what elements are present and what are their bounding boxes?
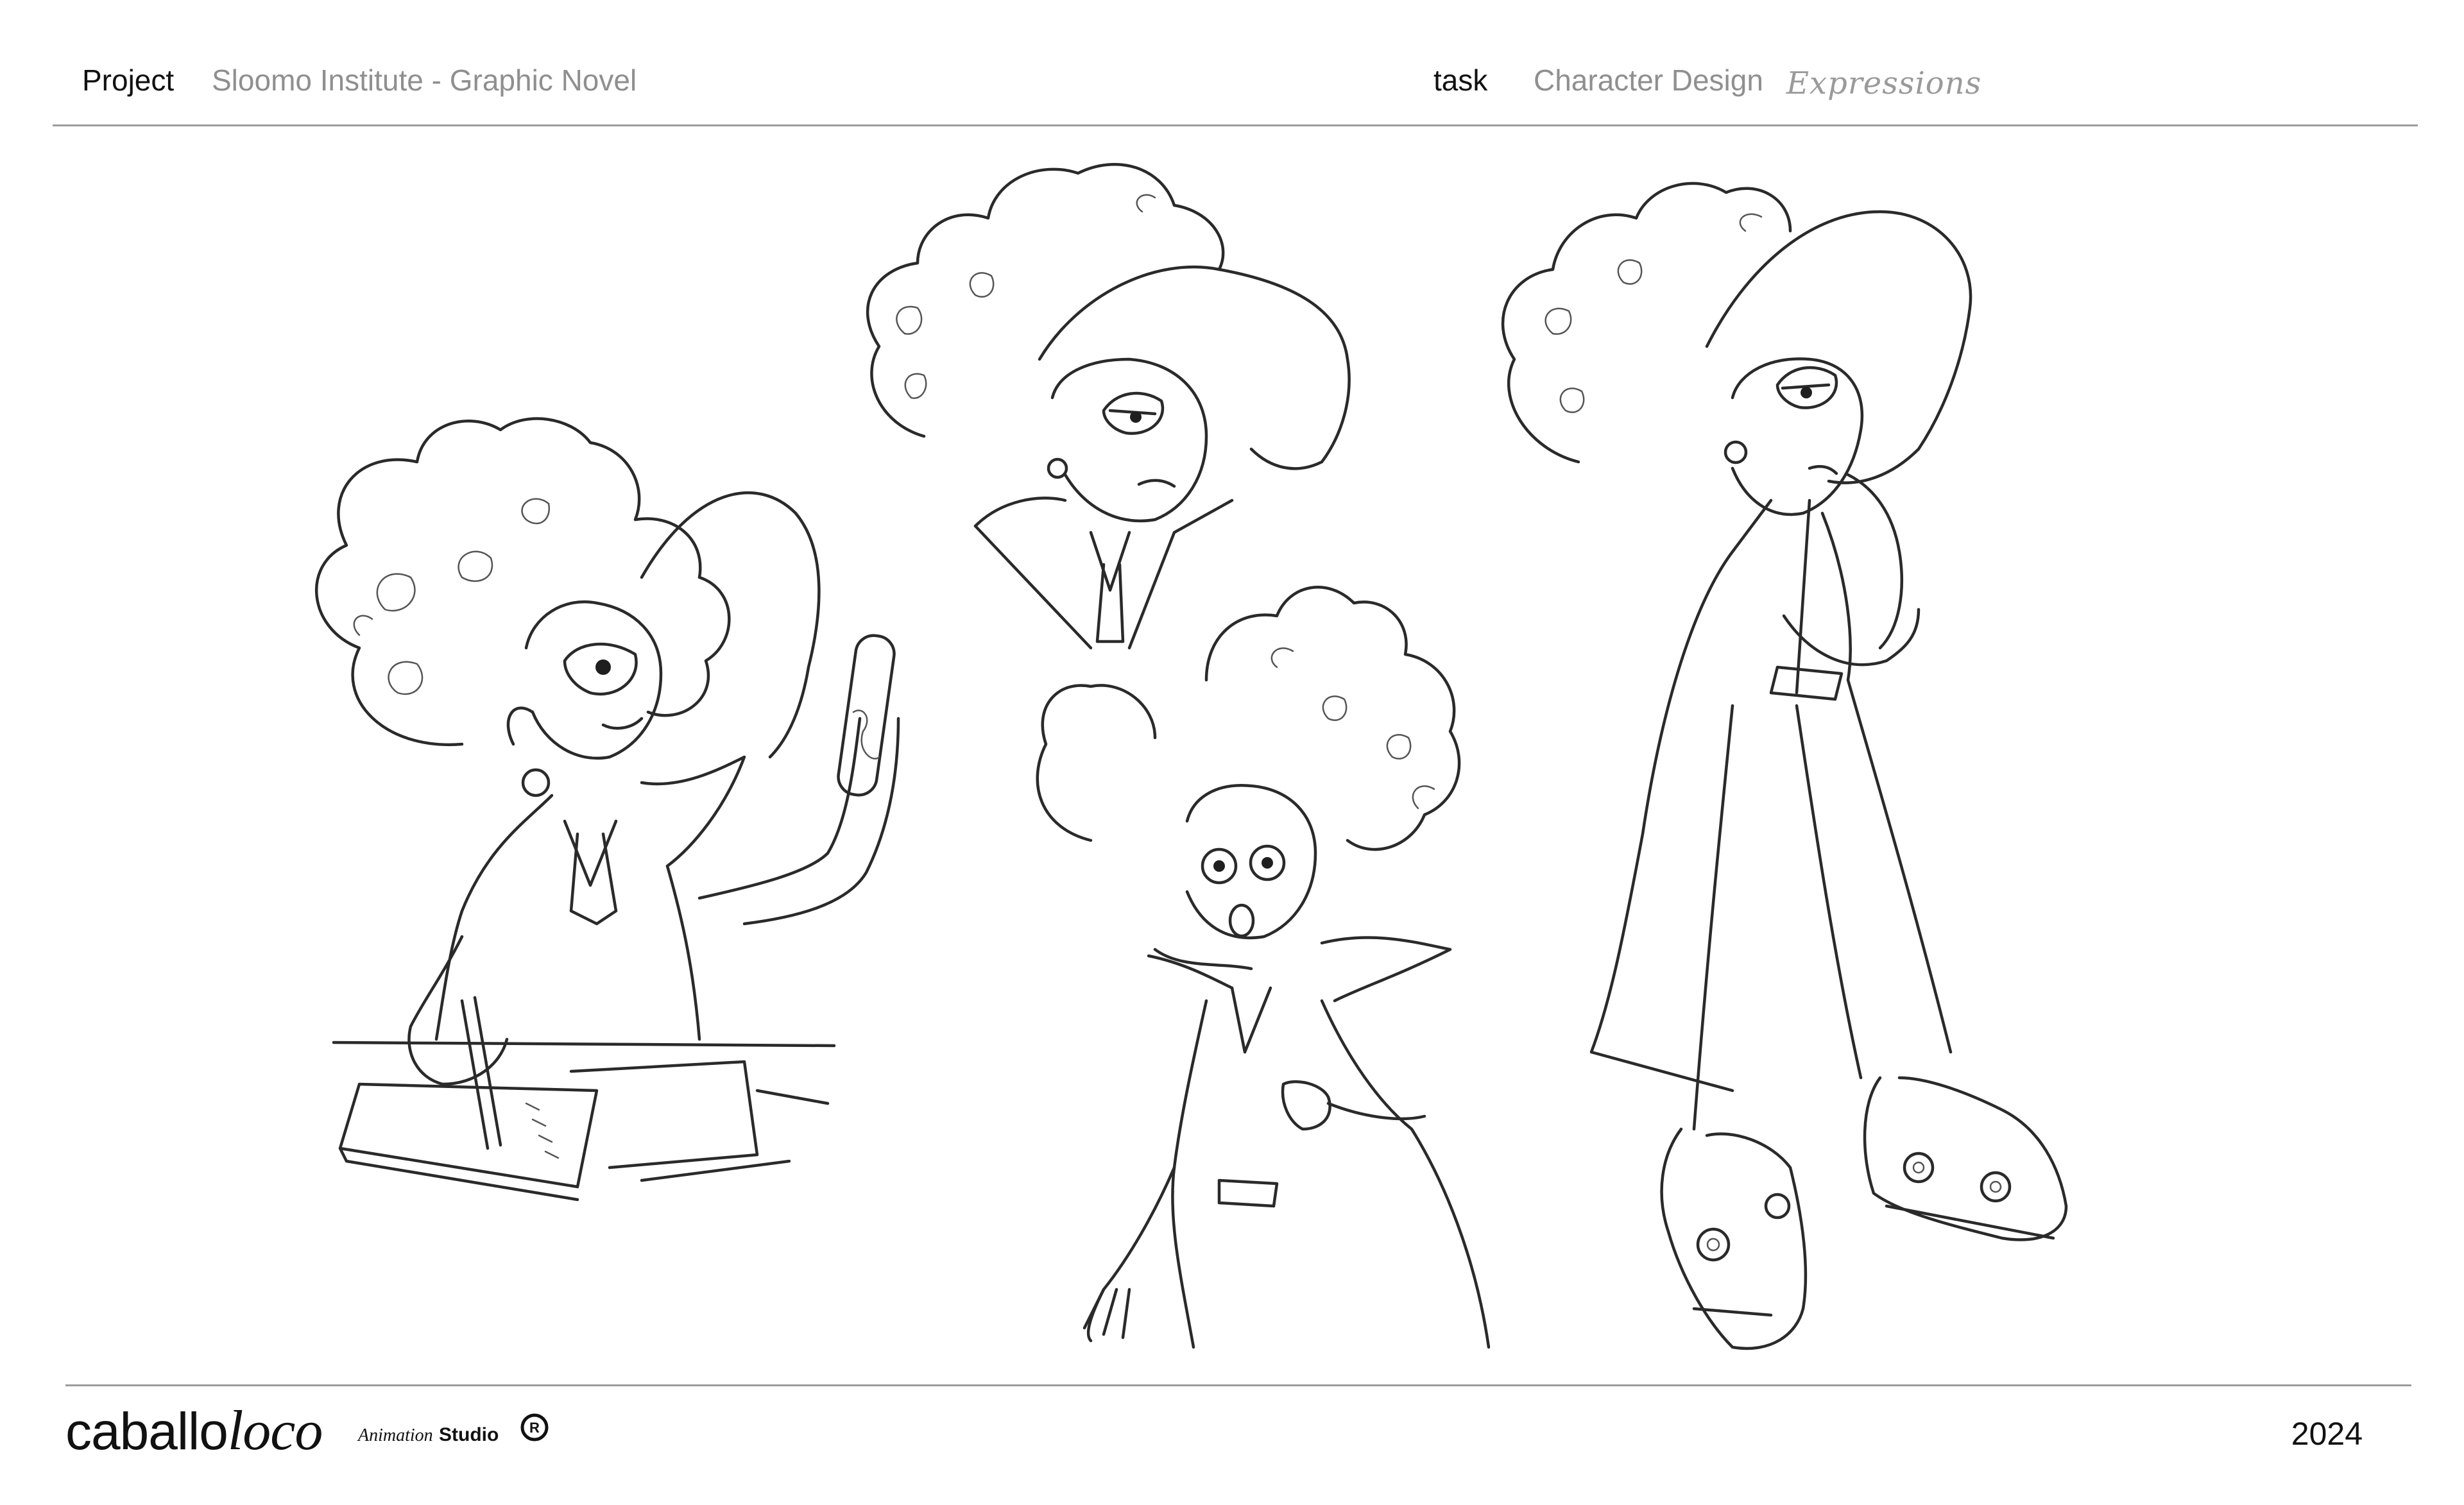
brand-logo: caballoloco Animation Studio R xyxy=(65,1399,707,1469)
sketch-half-body-shocked xyxy=(1036,586,1491,1349)
footer-divider xyxy=(65,1384,2411,1386)
year-label: 2024 xyxy=(2291,1416,2363,1452)
svg-text:R: R xyxy=(529,1420,540,1436)
sketch-full-body-thinking xyxy=(1501,182,2068,1350)
sketch-bust-annoyed xyxy=(866,163,1351,650)
sketch-seated-writing xyxy=(315,417,900,1202)
brand-studio-label: Studio xyxy=(439,1424,499,1445)
brand-animation-label: Animation xyxy=(358,1425,433,1445)
brand-wordmark: caballoloco xyxy=(65,1400,323,1462)
character-sketches xyxy=(315,163,2068,1350)
registered-mark-icon: R xyxy=(520,1413,549,1441)
